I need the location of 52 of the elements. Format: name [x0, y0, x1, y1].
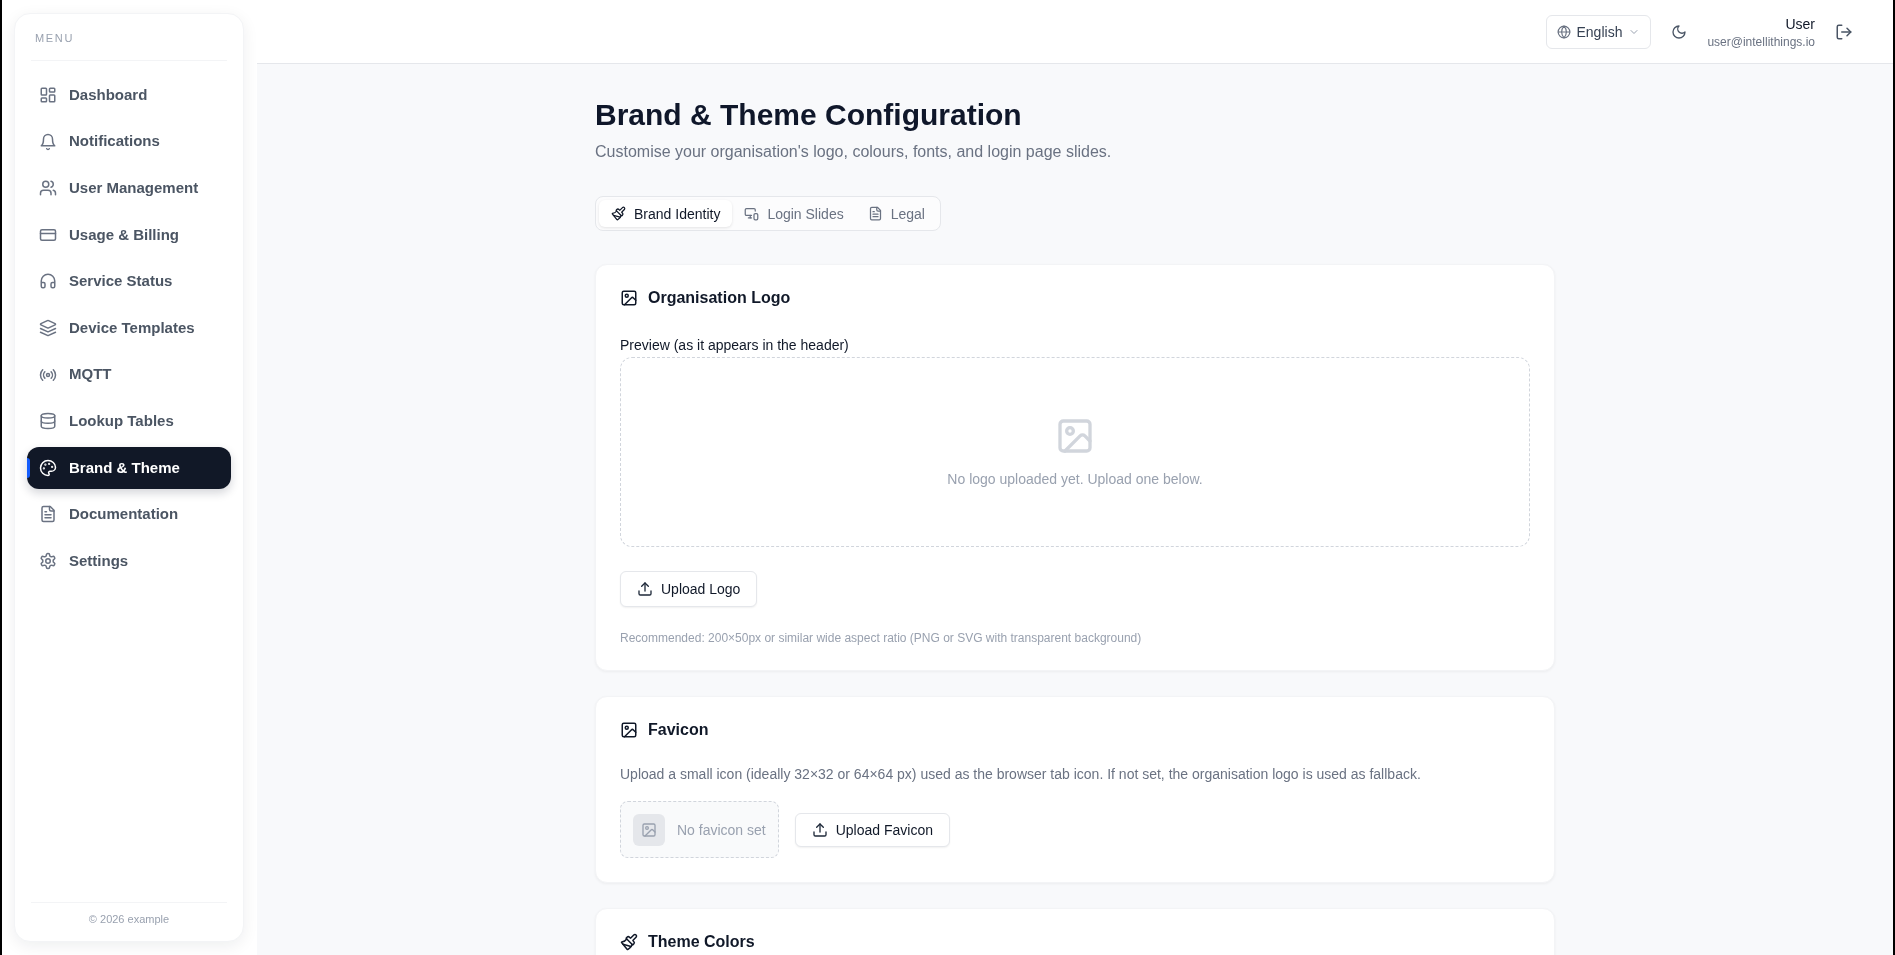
user-email: user@intellithings.io: [1707, 33, 1815, 50]
section-title: Theme Colors: [648, 932, 755, 952]
paintbrush-icon: [620, 933, 638, 951]
sidebar-item[interactable]: Service Status: [27, 260, 231, 303]
empty-state-text: No logo uploaded yet. Upload one below.: [947, 469, 1203, 489]
sidebar-item[interactable]: Brand & Theme: [27, 446, 231, 489]
copyright-text: © 2026 example: [88, 912, 170, 927]
sidebar-item[interactable]: Lookup Tables: [27, 400, 231, 443]
tab[interactable]: Legal: [855, 200, 937, 227]
document-icon: [39, 505, 57, 524]
field-label: Preview (as it appears in the header): [620, 336, 850, 355]
bell-icon: [39, 132, 57, 151]
upload-icon: [637, 581, 653, 597]
upload-button[interactable]: Upload Favicon: [794, 812, 950, 847]
palette-icon: [39, 458, 57, 477]
language-select[interactable]: English: [1545, 14, 1652, 49]
image-icon: [620, 289, 638, 307]
sidebar-item[interactable]: Dashboard: [27, 74, 231, 116]
layers-icon: [39, 318, 57, 337]
tab[interactable]: Brand Identity: [599, 200, 733, 227]
sidebar-item[interactable]: Settings: [27, 539, 231, 582]
image-icon: [633, 813, 665, 846]
sidebar-item[interactable]: Notifications: [27, 120, 231, 163]
section-description: Upload a small icon (ideally 32×32 or 64×64 px) used as the browser tab icon. If not set, the organisation logo is used as fallback.: [620, 765, 1422, 784]
document-icon: [867, 206, 883, 221]
section-title: Favicon: [648, 720, 709, 740]
hint-text: Recommended: 200×50px or similar wide aspect ratio (PNG or SVG with transparent background): [620, 630, 1143, 646]
logout-icon[interactable]: [1835, 22, 1853, 41]
paintbrush-icon: [611, 206, 626, 221]
settings-icon: [39, 551, 57, 570]
sidebar-item[interactable]: MQTT: [27, 353, 231, 396]
section-title: Organisation Logo: [648, 288, 791, 308]
monitor-phone-icon: [744, 206, 760, 221]
menu-heading: MENU: [34, 31, 75, 46]
page-subtitle: Customise your organisation's logo, colours, fonts, and login page slides.: [595, 142, 1113, 162]
page-title: Brand & Theme Configuration: [595, 97, 1023, 133]
user-name: User: [1785, 14, 1815, 34]
sidebar-item[interactable]: Documentation: [27, 493, 231, 536]
image-icon: [620, 721, 638, 739]
headphones-icon: [39, 272, 57, 291]
globe-icon: [1556, 24, 1571, 39]
tab[interactable]: Login Slides: [732, 200, 856, 227]
sidebar-item[interactable]: User Management: [27, 167, 231, 210]
empty-state-text: No favicon set: [677, 820, 766, 840]
sidebar-item[interactable]: Device Templates: [27, 306, 231, 349]
moon-icon[interactable]: [1671, 23, 1688, 40]
database-icon: [39, 412, 57, 431]
sidebar-item[interactable]: Usage & Billing: [27, 213, 231, 256]
users-icon: [39, 179, 57, 198]
upload-icon: [811, 821, 828, 838]
upload-button[interactable]: Upload Logo: [620, 571, 758, 607]
grid-icon: [39, 86, 57, 104]
